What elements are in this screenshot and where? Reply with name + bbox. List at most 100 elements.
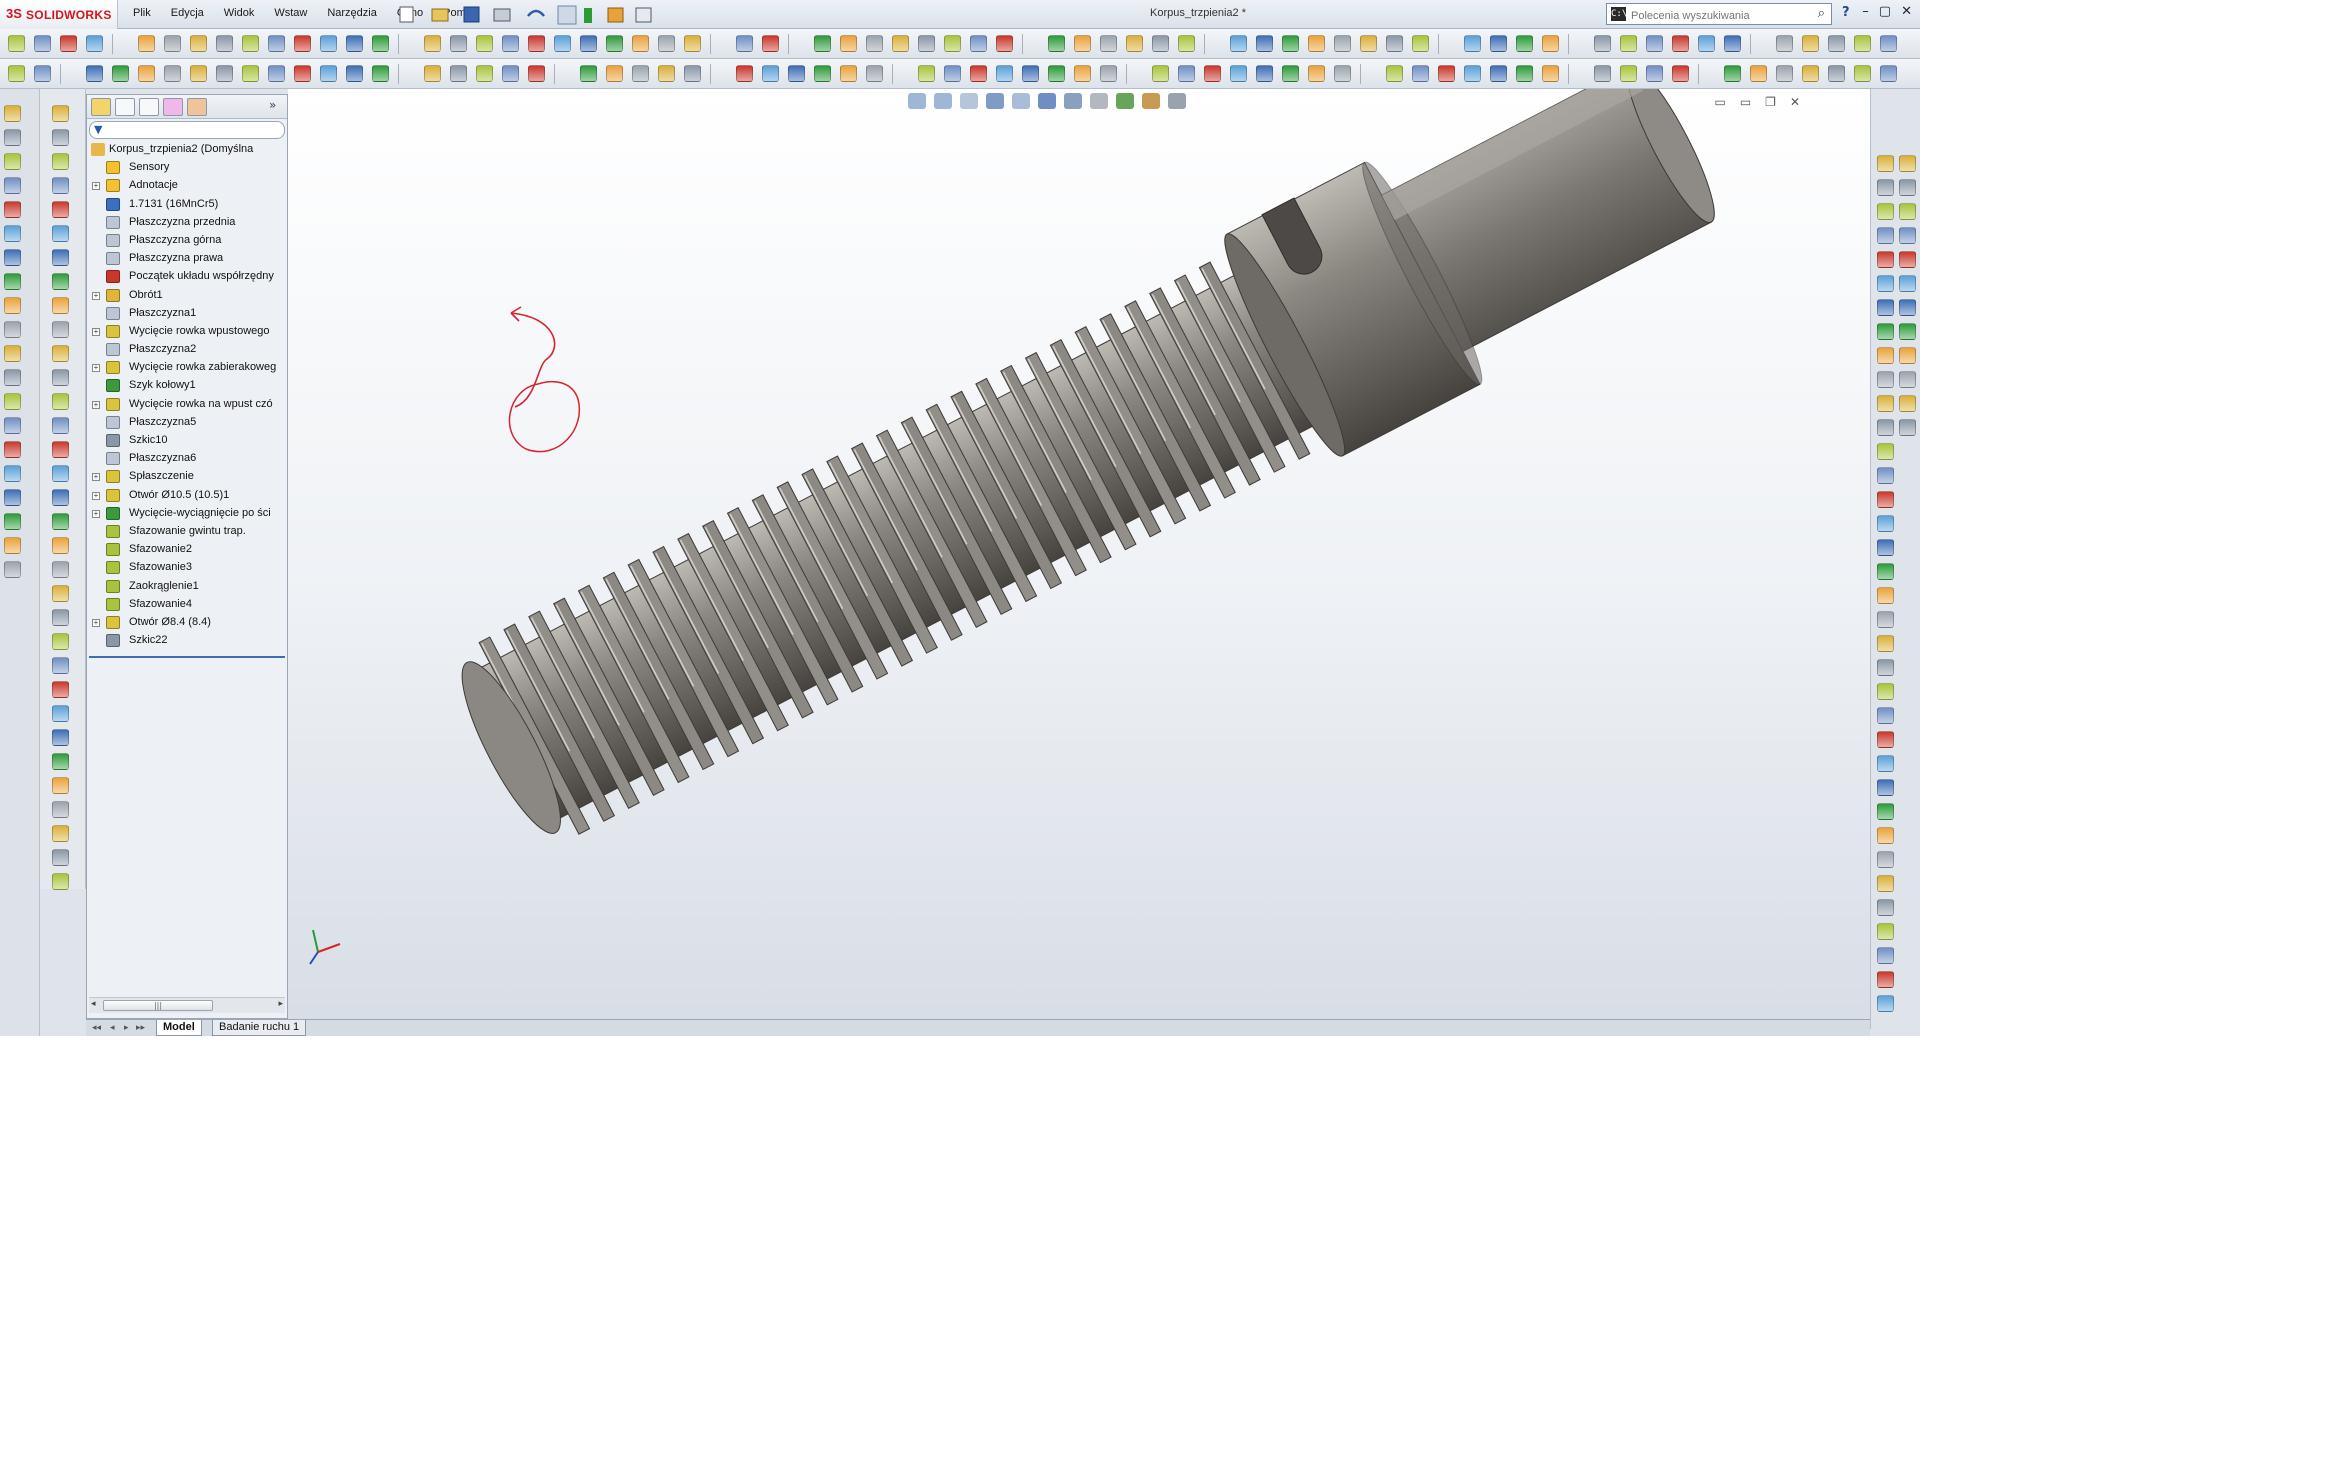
toolbar-command-icon[interactable] [1074,35,1091,52]
strip-command-icon[interactable] [52,681,69,698]
search-icon[interactable]: ⌕ [1818,6,1825,21]
tree-horizontal-scrollbar[interactable]: ◂ ||| ▸ [89,997,285,1013]
toolbar-command-icon[interactable] [346,35,363,52]
tree-item[interactable]: Płaszczyzna2 [87,341,287,359]
strip-command-icon[interactable] [52,801,69,818]
toolbar-command-icon[interactable] [190,65,207,82]
prev-tab-icon[interactable]: ◂ [110,1023,115,1033]
toolbar-command-icon[interactable] [1828,35,1845,52]
toolbar-command-icon[interactable] [476,65,493,82]
strip-command-icon[interactable] [52,201,69,218]
toolbar-command-icon[interactable] [372,35,389,52]
toolbar-command-icon[interactable] [1048,35,1065,52]
strip-command-icon[interactable] [4,177,21,194]
graphics-area[interactable]: ▭ ▭ ❐ ✕ [288,89,1870,1019]
strip-command-icon[interactable] [52,393,69,410]
toolbar-command-icon[interactable] [1360,35,1377,52]
strip-command-icon[interactable] [52,705,69,722]
toolbar-command-icon[interactable] [216,65,233,82]
toolbar-command-icon[interactable] [8,65,25,82]
tab-motion-study[interactable]: Badanie ruchu 1 [212,1020,307,1036]
toolbar-command-icon[interactable] [1282,35,1299,52]
scroll-left-icon[interactable]: ◂ [91,999,96,1009]
toolbar-command-icon[interactable] [502,35,519,52]
toolbar-command-icon[interactable] [1178,65,1195,82]
toolbar-command-icon[interactable] [1594,65,1611,82]
toolbar-command-icon[interactable] [892,35,909,52]
toolbar-command-icon[interactable] [1204,65,1221,82]
toolbar-command-icon[interactable] [554,35,571,52]
toolbar-command-icon[interactable] [996,65,1013,82]
toolbar-command-icon[interactable] [528,35,545,52]
maximize-icon[interactable]: ▢ [1879,4,1891,19]
strip-command-icon[interactable] [1877,731,1894,748]
strip-command-icon[interactable] [1877,443,1894,460]
toolbar-command-icon[interactable] [476,35,493,52]
strip-command-icon[interactable] [4,561,21,578]
toolbar-command-icon[interactable] [944,65,961,82]
toolbar-command-icon[interactable] [1854,35,1871,52]
strip-command-icon[interactable] [52,249,69,266]
toolbar-command-icon[interactable] [1308,35,1325,52]
tree-root[interactable]: Korpus_trzpienia2 (Domyślna [87,141,287,159]
strip-command-icon[interactable] [1877,707,1894,724]
toolbar-command-icon[interactable] [1152,35,1169,52]
strip-command-icon[interactable] [1877,611,1894,628]
strip-command-icon[interactable] [52,753,69,770]
strip-command-icon[interactable] [1877,587,1894,604]
menu-edycja[interactable]: Edycja [168,6,207,20]
strip-command-icon[interactable] [4,537,21,554]
tree-item[interactable]: Płaszczyzna prawa [87,250,287,268]
toolbar-command-icon[interactable] [8,35,25,52]
toolbar-command-icon[interactable] [1828,65,1845,82]
strip-command-icon[interactable] [52,105,69,122]
tree-item[interactable]: + Wycięcie rowka wpustowego [87,323,287,341]
toolbar-command-icon[interactable] [1516,65,1533,82]
toolbar-command-icon[interactable] [736,65,753,82]
toolbar-command-icon[interactable] [814,35,831,52]
toolbar-command-icon[interactable] [294,35,311,52]
toolbar-command-icon[interactable] [1412,65,1429,82]
toolbar-command-icon[interactable] [658,65,675,82]
strip-command-icon[interactable] [52,345,69,362]
toolbar-command-icon[interactable] [216,35,233,52]
expand-toggle-icon[interactable]: + [92,291,100,300]
tree-item[interactable]: Szkic22 [87,632,287,650]
toolbar-command-icon[interactable] [996,35,1013,52]
toolbar-command-icon[interactable] [1854,65,1871,82]
toolbar-command-icon[interactable] [1646,65,1663,82]
toolbar-command-icon[interactable] [1542,35,1559,52]
toolbar-command-icon[interactable] [1100,65,1117,82]
toolbar-command-icon[interactable] [1126,35,1143,52]
toolbar-command-icon[interactable] [1542,65,1559,82]
toolbar-command-icon[interactable] [86,65,103,82]
tree-filter[interactable]: ▼ [89,121,285,139]
strip-command-icon[interactable] [1877,179,1894,196]
toolbar-command-icon[interactable] [1620,65,1637,82]
toolbar-command-icon[interactable] [1074,65,1091,82]
strip-command-icon[interactable] [52,825,69,842]
tree-item[interactable]: + Adnotacje [87,177,287,195]
toolbar-command-icon[interactable] [1438,65,1455,82]
toolbar-command-icon[interactable] [1724,65,1741,82]
expand-toggle-icon[interactable]: + [92,327,100,336]
toolbar-command-icon[interactable] [1386,65,1403,82]
toolbar-command-icon[interactable] [1334,65,1351,82]
strip-command-icon[interactable] [1899,419,1916,436]
strip-command-icon[interactable] [1877,395,1894,412]
toolbar-command-icon[interactable] [372,65,389,82]
strip-command-icon[interactable] [52,441,69,458]
strip-command-icon[interactable] [1877,827,1894,844]
strip-command-icon[interactable] [4,441,21,458]
toolbar-command-icon[interactable] [138,35,155,52]
toolbar-command-icon[interactable] [1490,35,1507,52]
strip-command-icon[interactable] [52,129,69,146]
toolbar-command-icon[interactable] [840,65,857,82]
strip-command-icon[interactable] [52,465,69,482]
strip-command-icon[interactable] [52,273,69,290]
strip-command-icon[interactable] [52,321,69,338]
strip-command-icon[interactable] [4,273,21,290]
toolbar-command-icon[interactable] [1152,65,1169,82]
tree-item[interactable]: Płaszczyzna5 [87,414,287,432]
toolbar-command-icon[interactable] [60,35,77,52]
